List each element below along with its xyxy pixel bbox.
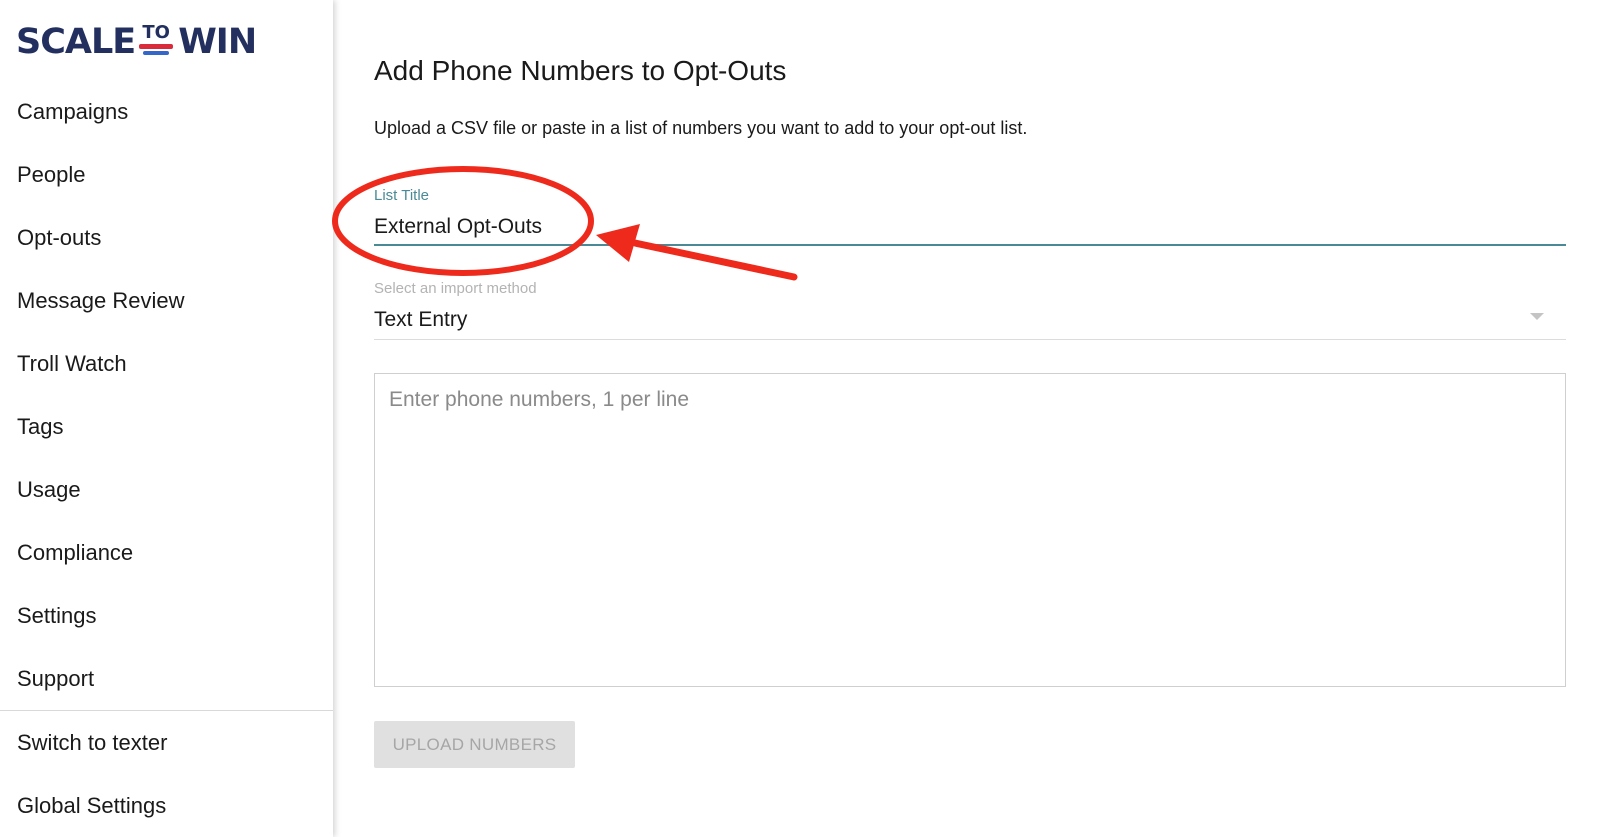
logo-blue-bar (143, 50, 170, 55)
phone-numbers-textarea[interactable] (374, 373, 1566, 687)
logo-word-scale: SCALE (16, 21, 136, 62)
sidebar-item-troll-watch[interactable]: Troll Watch (0, 332, 333, 395)
main-content: Add Phone Numbers to Opt-Outs Upload a C… (374, 0, 1566, 837)
caret-down-icon[interactable] (1530, 313, 1544, 320)
logo-red-bar (139, 43, 174, 49)
sidebar-item-settings[interactable]: Settings (0, 584, 333, 647)
sidebar-item-compliance[interactable]: Compliance (0, 521, 333, 584)
sidebar-item-global-settings[interactable]: Global Settings (0, 774, 333, 837)
sidebar-item-support[interactable]: Support (0, 647, 333, 710)
import-method-label: Select an import method (374, 280, 537, 297)
sidebar-nav: Campaigns People Opt-outs Message Review… (0, 80, 333, 837)
page-title: Add Phone Numbers to Opt-Outs (374, 55, 787, 86)
sidebar-item-tags[interactable]: Tags (0, 395, 333, 458)
upload-numbers-button[interactable]: UPLOAD NUMBERS (374, 721, 575, 768)
import-method-value: Text Entry (374, 308, 468, 331)
sidebar: SCALE TO WIN Campaigns People Opt-outs M… (0, 0, 333, 837)
logo-word-win: WIN (178, 21, 257, 62)
sidebar-item-message-review[interactable]: Message Review (0, 269, 333, 332)
import-method-underline (374, 339, 1566, 340)
logo-to-mark: TO (139, 21, 174, 55)
sidebar-item-usage[interactable]: Usage (0, 458, 333, 521)
scale-to-win-logo[interactable]: SCALE TO WIN (16, 20, 257, 64)
list-title-field: List Title (374, 183, 1566, 247)
import-method-select[interactable]: Select an import method Text Entry (374, 277, 1566, 341)
logo-word-to: TO (142, 21, 170, 43)
sidebar-item-opt-outs[interactable]: Opt-outs (0, 206, 333, 269)
sidebar-item-switch-to-texter[interactable]: Switch to texter (0, 711, 333, 774)
sidebar-item-campaigns[interactable]: Campaigns (0, 80, 333, 143)
list-title-underline (374, 244, 1566, 246)
page-description: Upload a CSV file or paste in a list of … (374, 118, 1028, 138)
sidebar-item-people[interactable]: People (0, 143, 333, 206)
list-title-label: List Title (374, 187, 430, 204)
list-title-input[interactable] (374, 215, 1564, 239)
